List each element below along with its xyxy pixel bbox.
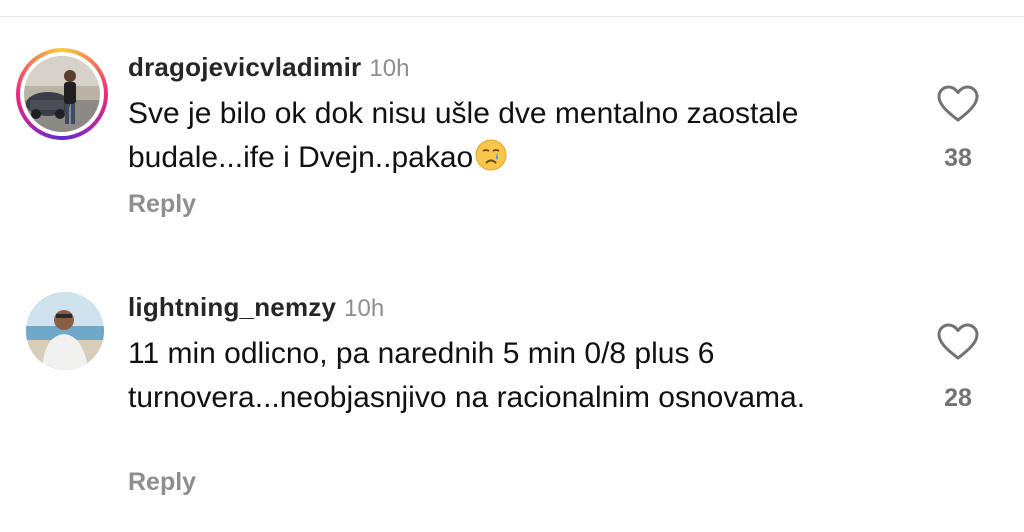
timestamp: 10h xyxy=(344,295,385,322)
timestamp: 10h xyxy=(369,55,410,82)
comment-text: 11 min odlicno, pa narednih 5 min 0/8 pl… xyxy=(128,337,806,414)
heart-outline-icon[interactable] xyxy=(936,84,980,124)
crying-face-icon xyxy=(475,139,507,184)
like-count: 28 xyxy=(944,384,972,412)
story-ring[interactable] xyxy=(16,48,108,140)
avatar[interactable] xyxy=(26,292,104,370)
username[interactable]: dragojevicvladimir xyxy=(128,52,361,83)
heart-outline-icon[interactable] xyxy=(936,322,980,362)
top-divider xyxy=(0,16,1024,17)
like-count: 38 xyxy=(944,144,972,172)
reply-button[interactable]: Reply xyxy=(128,190,196,219)
comment-text: Sve je bilo ok dok nisu ušle dve mentaln… xyxy=(128,92,828,184)
username[interactable]: lightning_nemzy xyxy=(128,292,336,323)
reply-button[interactable]: Reply xyxy=(128,468,196,497)
avatar[interactable] xyxy=(24,56,100,132)
comment-body: Sve je bilo ok dok nisu ušle dve mentaln… xyxy=(128,97,799,174)
